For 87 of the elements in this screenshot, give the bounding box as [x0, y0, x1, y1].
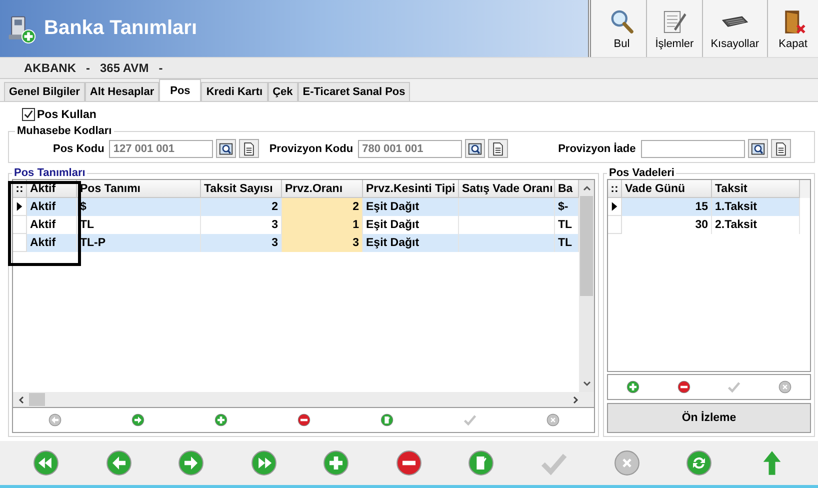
- column-header[interactable]: Satış Vade Oranı: [459, 180, 555, 198]
- bank-name: AKBANK: [24, 61, 76, 75]
- table-cell: Eşit Dağıt: [363, 234, 459, 252]
- group-title: Muhasebe Kodları: [16, 125, 113, 137]
- tab[interactable]: Pos: [159, 79, 202, 101]
- tab[interactable]: Çek: [268, 82, 298, 101]
- scroll-down-icon[interactable]: [582, 380, 592, 388]
- refresh-icon[interactable]: [686, 450, 712, 476]
- table-cell: 2: [201, 198, 282, 216]
- arrow-right-icon[interactable]: [178, 450, 204, 476]
- remove-icon[interactable]: [296, 413, 310, 427]
- scroll-thumb[interactable]: [29, 393, 45, 406]
- table-cell: TL-P: [77, 234, 201, 252]
- window-title: Banka Tanımları: [44, 17, 198, 40]
- table-cell: 2.Taksit: [712, 216, 800, 234]
- lookup-button[interactable]: [465, 139, 486, 158]
- input-field[interactable]: [640, 140, 745, 158]
- checkbox[interactable]: [22, 108, 35, 121]
- lookup-button[interactable]: [748, 139, 768, 158]
- document-button[interactable]: [239, 139, 260, 158]
- arrow-left-icon[interactable]: [106, 450, 132, 476]
- scroll-left-icon[interactable]: [17, 394, 25, 404]
- toolbar-button[interactable]: Kapat: [768, 0, 818, 57]
- table-cell: Aktif: [27, 198, 77, 216]
- last-record-icon[interactable]: [250, 450, 277, 476]
- scroll-up-icon[interactable]: [582, 184, 592, 192]
- toolbar-button[interactable]: Bul: [597, 0, 648, 57]
- scroll-thumb[interactable]: [580, 196, 593, 296]
- table-cell: 3: [201, 234, 282, 252]
- table-cell: 3: [282, 234, 363, 252]
- separator: -: [158, 61, 163, 75]
- column-header[interactable]: Pos Tanımı: [77, 180, 201, 198]
- tab[interactable]: Kredi Kartı: [201, 82, 268, 101]
- edit-icon[interactable]: [468, 450, 494, 476]
- field-label: Provizyon İade: [558, 142, 636, 154]
- preview-button[interactable]: Ön İzleme: [607, 403, 811, 433]
- table-cell: Aktif: [27, 234, 77, 252]
- input-field[interactable]: 780 001 001: [358, 140, 462, 158]
- remove-icon[interactable]: [396, 450, 422, 476]
- document-icon: [774, 142, 788, 156]
- column-header[interactable]: Vade Günü: [622, 180, 712, 198]
- first-record-icon[interactable]: [33, 450, 60, 476]
- add-icon[interactable]: [323, 450, 350, 476]
- separator: -: [86, 61, 90, 75]
- search-icon: [750, 142, 765, 156]
- column-header[interactable]: Prvz.Oranı: [282, 180, 363, 198]
- lookup-button[interactable]: [216, 139, 236, 158]
- table-cell: 15: [622, 198, 712, 216]
- table-cell: 2: [282, 198, 363, 216]
- table-cell: $-: [555, 198, 579, 216]
- edit-icon[interactable]: [380, 413, 394, 427]
- checkbox-label: Pos Kullan: [37, 108, 96, 120]
- computer-add-icon: [6, 14, 36, 44]
- add-icon[interactable]: [626, 380, 640, 394]
- tab[interactable]: Genel Bilgiler: [4, 82, 85, 101]
- group-title: Pos Tanımları: [13, 167, 86, 179]
- document-button[interactable]: [770, 139, 791, 158]
- document-icon: [242, 142, 256, 156]
- branch-name: 365 AVM: [100, 61, 149, 75]
- scrollbar[interactable]: [13, 392, 594, 407]
- table-cell: TL: [555, 234, 579, 252]
- field-label: Pos Kodu: [53, 142, 104, 154]
- column-header[interactable]: Prvz.Kesinti Tipi: [363, 180, 459, 198]
- input-field[interactable]: 127 001 001: [109, 140, 214, 158]
- search-icon: [468, 142, 482, 156]
- column-header[interactable]: Taksit Sayısı: [201, 180, 282, 198]
- search-icon: [219, 142, 234, 156]
- add-icon[interactable]: [214, 413, 228, 427]
- document-icon: [491, 142, 506, 156]
- document-button[interactable]: [488, 139, 508, 158]
- table-cell: 30: [622, 216, 712, 234]
- scroll-right-icon[interactable]: [572, 394, 580, 404]
- arrow-right-icon[interactable]: [130, 413, 144, 427]
- toolbar-button[interactable]: İşlemler: [647, 0, 703, 57]
- remove-icon[interactable]: [676, 380, 691, 394]
- grip-handle[interactable]: ::: [608, 180, 622, 198]
- toolbar-button[interactable]: Kısayollar: [702, 0, 768, 57]
- table-cell: Eşit Dağıt: [363, 198, 459, 216]
- column-header[interactable]: Taksit: [712, 180, 800, 198]
- table-cell: 1.Taksit: [712, 198, 800, 216]
- group-title: Pos Vadeleri: [608, 167, 676, 179]
- tab[interactable]: Alt Hesaplar: [84, 82, 160, 101]
- table-cell: 1: [282, 216, 363, 234]
- column-header[interactable]: Ba: [555, 180, 579, 198]
- field-label: Provizyon Kodu: [269, 142, 354, 154]
- scrollbar[interactable]: [579, 180, 594, 392]
- tab[interactable]: E-Ticaret Sanal Pos: [298, 82, 410, 101]
